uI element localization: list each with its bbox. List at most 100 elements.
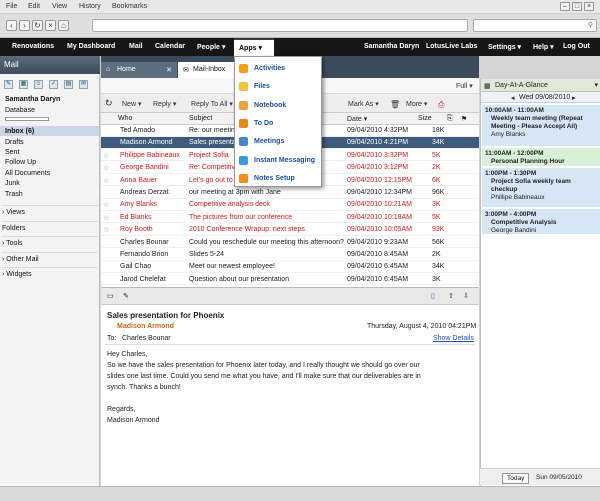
folder-drafts[interactable]: Drafts — [5, 139, 24, 146]
reply-button[interactable]: Reply ▾ — [153, 100, 176, 108]
stop-icon[interactable]: × — [45, 20, 56, 31]
next-day-icon[interactable]: ▸ — [572, 94, 576, 102]
section-views[interactable]: › Views — [2, 205, 98, 216]
mail-icon[interactable]: ✉ — [79, 80, 88, 89]
nav-calendar[interactable]: Calendar — [155, 43, 185, 50]
minimize-button[interactable]: – — [560, 2, 570, 11]
mail-who: Amy Blanks — [120, 201, 157, 209]
back-icon[interactable]: ‹ — [6, 20, 17, 31]
star-icon[interactable]: ☆ — [103, 164, 109, 172]
menu-file[interactable]: File — [6, 3, 17, 10]
url-input[interactable] — [92, 19, 468, 32]
table-row[interactable]: Fernando Brion Slides 5-24 09/04/2010 8:45… — [101, 249, 479, 261]
mail-size: 93K — [432, 226, 445, 234]
apps-menu-item[interactable]: Files — [235, 78, 321, 96]
nav-settings[interactable]: Settings ▾ — [488, 43, 521, 51]
folder-sent[interactable]: Sent — [5, 149, 19, 156]
nav-mail[interactable]: Mail — [129, 43, 143, 50]
apps-menu-item[interactable]: Meetings — [235, 133, 321, 151]
browser-search-input[interactable]: ⚲ — [473, 19, 597, 32]
star-icon[interactable]: ☆ — [103, 214, 109, 222]
col-who[interactable]: Who — [118, 115, 132, 122]
col-subject[interactable]: Subject — [189, 115, 212, 122]
notebook-icon[interactable]: ▤ — [64, 80, 73, 89]
star-icon[interactable]: ☆ — [103, 152, 109, 160]
close-icon[interactable]: ✕ — [166, 66, 172, 74]
down-icon[interactable]: ⇩ — [463, 292, 469, 300]
nav-help[interactable]: Help ▾ — [533, 43, 554, 51]
nav-my-dashboard[interactable]: My Dashboard — [67, 43, 115, 50]
apps-menu-item[interactable]: Notes Setup — [235, 170, 321, 188]
folder-junk[interactable]: Junk — [5, 180, 20, 187]
delete-icon[interactable]: 🗑 — [390, 100, 400, 109]
home-icon[interactable]: ⌂ — [58, 20, 69, 31]
todo-icon[interactable]: ✓ — [49, 80, 58, 89]
mail-subject: Project Sofia — [189, 151, 229, 159]
calendar-icon[interactable]: ▦ — [19, 80, 28, 89]
calendar-event[interactable]: 3:00PM - 4:00PM Competitive Analysis Georg… — [482, 209, 600, 234]
preview-from[interactable]: Madison Armond — [117, 323, 174, 330]
nav-renovations[interactable]: Renovations — [12, 43, 54, 50]
mark-as-button[interactable]: Mark As ▾ — [348, 100, 379, 108]
section-folders[interactable]: Folders — [2, 221, 98, 232]
nav-user[interactable]: Samantha Daryn — [364, 43, 419, 50]
apps-menu-item[interactable]: Activities — [235, 60, 321, 78]
maximize-button[interactable]: □ — [572, 2, 582, 11]
col-size[interactable]: Size — [418, 115, 432, 122]
folder-trash[interactable]: Trash — [5, 191, 23, 198]
close-window-button[interactable]: × — [584, 2, 594, 11]
menu-history[interactable]: History — [79, 3, 101, 10]
table-row[interactable]: ☆ Roy Booth 2010 Conference Wrapup: next s… — [101, 224, 479, 236]
table-row[interactable]: Gail Chao Meet our newest employee! 09/04/… — [101, 261, 479, 274]
tab-home[interactable]: ⌂ Home ✕ — [101, 62, 177, 78]
calendar-menu-icon[interactable]: ▾ — [594, 81, 598, 89]
menu-edit[interactable]: Edit — [28, 3, 40, 10]
table-row[interactable]: ☆ Ed Blanks The pictures from our conferen… — [101, 212, 479, 224]
folder-all-documents[interactable]: All Documents — [5, 170, 50, 177]
calendar-event[interactable]: 1:00PM - 1:30PM Project Sofia weekly team… — [482, 168, 600, 207]
view-selector[interactable]: Full ▾ — [456, 82, 473, 90]
star-icon[interactable]: ☆ — [103, 177, 109, 185]
edit-icon[interactable]: ✎ — [123, 292, 129, 300]
table-row[interactable]: Andreas Derzat our meeting at 3pm with Ja… — [101, 187, 479, 199]
section-other-mail[interactable]: › Other Mail — [2, 252, 98, 263]
nav-people[interactable]: People ▾ — [197, 43, 225, 51]
folder-follow-up[interactable]: Follow Up — [5, 159, 36, 166]
prev-day-icon[interactable]: ◂ — [511, 94, 515, 102]
print-icon[interactable]: ⎙ — [438, 100, 444, 110]
apps-menu-item[interactable]: Instant Messaging — [235, 152, 321, 170]
calendar-event[interactable]: 10:00AM - 11:00AM Weekly team meeting (Re… — [482, 105, 600, 146]
star-icon[interactable]: ☆ — [103, 226, 109, 234]
folder-inbox[interactable]: Inbox (6) — [5, 128, 34, 135]
table-row[interactable]: Jarod Chelefat Question about our present… — [101, 274, 479, 286]
more-button[interactable]: More ▾ — [406, 100, 427, 108]
forward-icon[interactable]: › — [19, 20, 30, 31]
calendar-event[interactable]: 11:00AM - 12:00PM Personal Planning Hour — [482, 148, 600, 166]
apps-menu-item[interactable]: To Do — [235, 115, 321, 133]
show-details-link[interactable]: Show Details — [433, 335, 474, 342]
compose-icon[interactable]: ✎ — [4, 80, 13, 89]
apps-menu-item[interactable]: Notebook — [235, 97, 321, 115]
reply-all-button[interactable]: Reply To All ▾ — [191, 100, 233, 108]
today-button[interactable]: Today — [502, 473, 530, 484]
menu-bookmarks[interactable]: Bookmarks — [112, 3, 147, 10]
nav-apps[interactable]: Apps ▾ — [234, 38, 274, 56]
table-row[interactable]: Charles Bounar Could you reschedule our m… — [101, 237, 479, 249]
table-row[interactable]: ☆ Amy Blanks Competitive analysis deck 09/0… — [101, 199, 479, 212]
nav-lotuslive-labs[interactable]: LotusLive Labs — [426, 43, 477, 50]
star-icon[interactable]: ☆ — [103, 201, 109, 209]
section-tools[interactable]: › Tools — [2, 236, 98, 247]
contacts-icon[interactable]: ☺ — [34, 80, 43, 89]
calendar-panel: ▦ Day-At-A-Glance ▾ ◂ Wed 09/08/2010 ▸ 1… — [480, 79, 600, 486]
up-icon[interactable]: ⇧ — [448, 292, 454, 300]
search-icon[interactable]: ⚲ — [588, 21, 593, 29]
reload-icon[interactable]: ↻ — [32, 20, 43, 31]
new-button[interactable]: New ▾ — [122, 100, 141, 108]
nav-logout[interactable]: Log Out — [563, 43, 590, 50]
col-date[interactable]: Date ▾ — [347, 115, 367, 123]
section-widgets[interactable]: › Widgets — [2, 267, 98, 278]
preview-toggle-icon[interactable]: ▭ — [107, 292, 114, 300]
doc-icon[interactable]: ▯ — [431, 292, 435, 300]
menu-view[interactable]: View — [52, 3, 67, 10]
refresh-icon[interactable]: ↻ — [105, 98, 113, 109]
